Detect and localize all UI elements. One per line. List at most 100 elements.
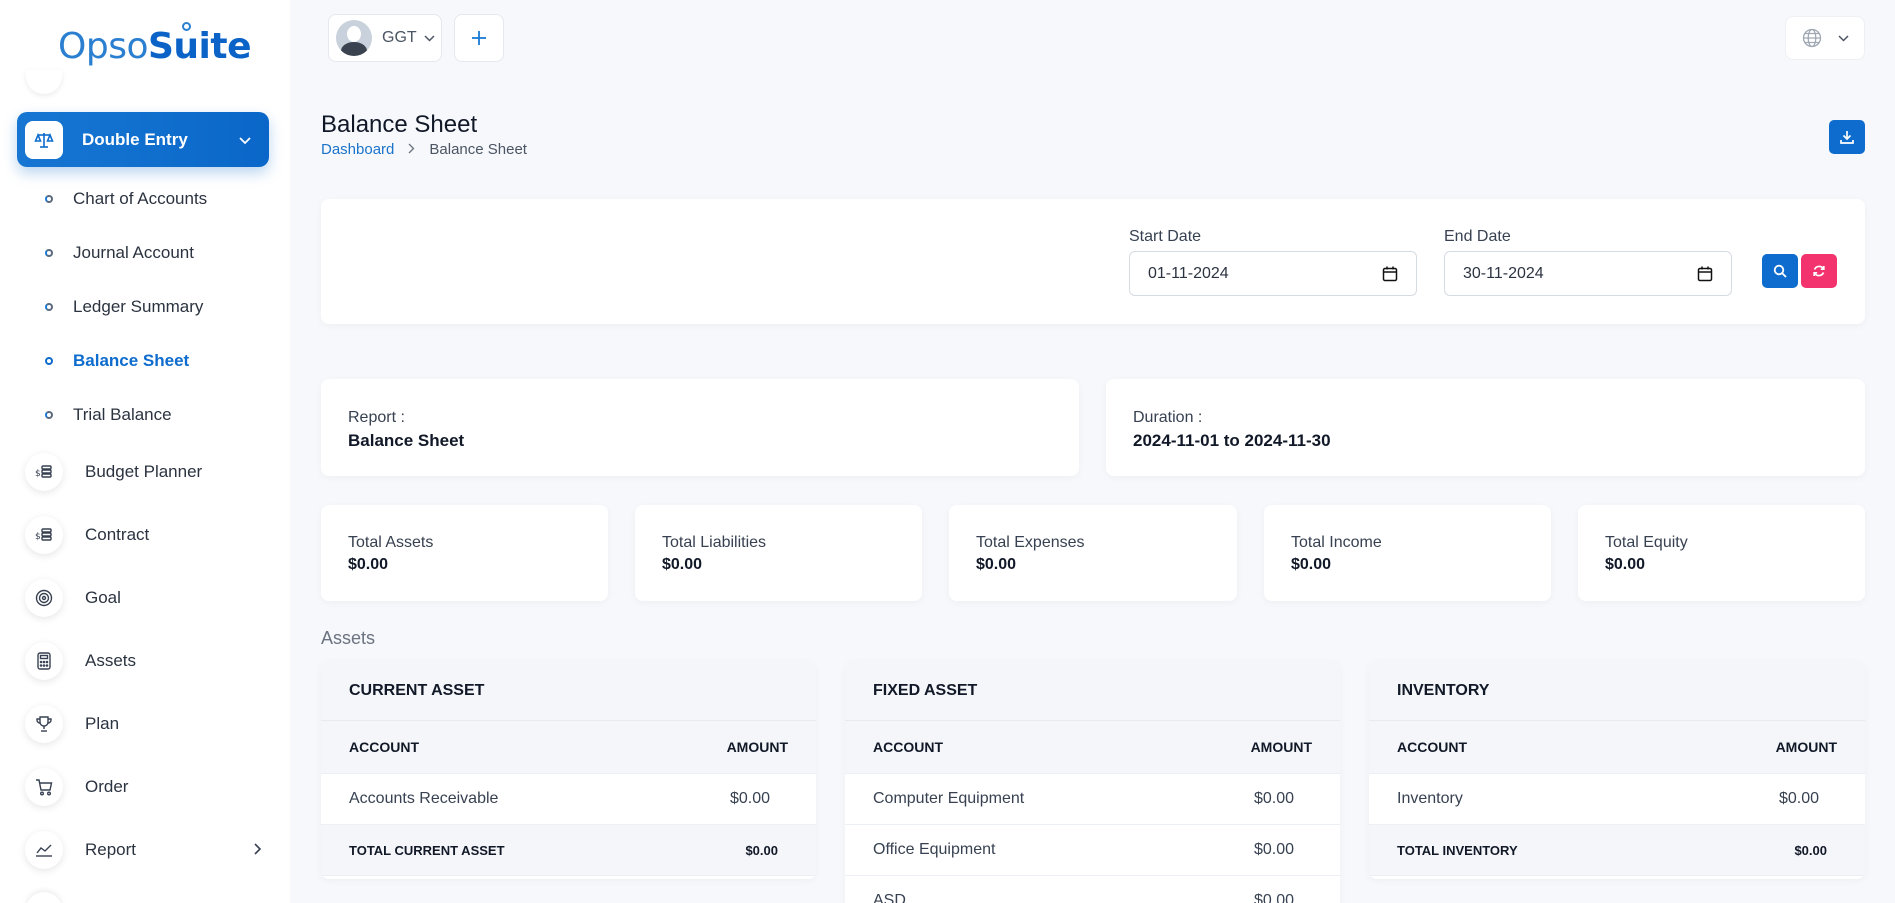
sidebar-item-order[interactable]: Order [0,755,290,818]
table-title: FIXED ASSET [845,661,1340,721]
calendar-icon[interactable] [1697,266,1713,282]
download-icon [1840,131,1854,144]
total-label: TOTAL CURRENT ASSET [349,842,505,858]
target-icon [25,578,63,617]
avatar [336,20,372,56]
sidebar-item-label: Assets [85,650,137,670]
total-value: $0.00 [1794,842,1827,858]
language-selector[interactable] [1785,16,1865,60]
table-row: Computer Equipment $0.00 [845,774,1340,825]
bullet-icon [45,249,53,257]
logo-text-suffix: Suite [148,21,252,67]
column-header-account: ACCOUNT [873,739,943,755]
duration-value: 2024-11-01 to 2024-11-30 [1133,431,1331,450]
total-equity-label: Total Equity [1605,534,1688,551]
logo-dot-icon [181,21,191,31]
chevron-down-icon [239,132,251,148]
chart-line-icon [25,830,63,869]
breadcrumb-dashboard-link[interactable]: Dashboard [321,141,394,158]
sidebar-item-plan[interactable]: Plan [0,692,290,755]
submenu-label: Balance Sheet [73,351,190,370]
start-date-input[interactable]: 01-11-2024 [1129,251,1417,296]
user-name: GGT [382,29,417,46]
total-liabilities-label: Total Liabilities [662,534,767,551]
total-liabilities-value: $0.00 [662,556,703,573]
end-date-label: End Date [1444,228,1511,245]
opsosuite-logo[interactable]: Opso Suite [58,16,252,76]
total-equity-value: $0.00 [1605,556,1646,573]
table-title: INVENTORY [1369,661,1865,721]
globe-icon [1802,28,1821,48]
bullet-icon [45,411,53,419]
calculator-icon [25,641,63,680]
sidebar-item-label: Budget Planner [85,461,203,481]
table-title: CURRENT ASSET [321,661,816,721]
sidebar-item-budget-planner[interactable]: $ Budget Planner [0,440,290,503]
table-row: Office Equipment $0.00 [845,825,1340,876]
total-value: $0.00 [745,842,778,858]
submenu-item-chart-of-accounts[interactable]: Chart of Accounts [0,172,290,226]
submenu-label: Journal Account [73,243,194,262]
account-name: Computer Equipment [873,790,1025,807]
start-date-value: 01-11-2024 [1148,264,1229,282]
total-assets-value: $0.00 [348,556,389,573]
menu-item-partial-top[interactable] [26,70,62,94]
money-stack-icon: $ [25,452,63,491]
search-icon [1773,264,1787,278]
user-menu-button[interactable]: GGT [328,14,442,62]
sidebar-item-contract[interactable]: $ Contract [0,503,290,566]
money-stack-icon: $ [25,515,63,554]
total-liabilities-card: Total Liabilities $0.00 [635,505,922,601]
table-header-row: ACCOUNT AMOUNT [845,721,1340,774]
menu-item-partial-bottom[interactable] [26,892,62,903]
sidebar: Opso Suite Double Entry Chart of Accounts… [0,0,290,903]
table-row: Accounts Receivable $0.00 [321,774,816,825]
refresh-icon [1813,265,1825,277]
sidebar-item-label: Contract [85,524,150,544]
table-row: Inventory $0.00 [1369,774,1865,825]
submenu-item-trial-balance[interactable]: Trial Balance [0,388,290,442]
report-value: Balance Sheet [348,431,465,450]
sidebar-item-label: Plan [85,713,120,733]
submenu-item-journal-account[interactable]: Journal Account [0,226,290,280]
assets-section-title: Assets [321,628,376,648]
sidebar-item-label: Order [85,776,129,796]
submenu-item-balance-sheet[interactable]: Balance Sheet [0,334,290,388]
chevron-right-icon [408,142,415,157]
apply-filter-button[interactable] [1762,254,1798,288]
account-name: Inventory [1397,790,1463,807]
add-button[interactable] [454,14,504,62]
current-asset-table: CURRENT ASSET ACCOUNT AMOUNT Accounts Re… [321,661,816,879]
account-name: Office Equipment [873,841,996,858]
total-assets-label: Total Assets [348,534,434,551]
sidebar-item-goal[interactable]: Goal [0,566,290,629]
plus-icon [472,31,486,45]
total-expenses-card: Total Expenses $0.00 [949,505,1237,601]
account-amount: $0.00 [730,790,771,807]
sidebar-item-report[interactable]: Report [0,818,290,881]
start-date-label: Start Date [1129,228,1202,245]
table-total-row: TOTAL INVENTORY $0.00 [1369,825,1865,876]
total-expenses-value: $0.00 [976,556,1017,573]
cart-icon [25,767,63,806]
total-income-value: $0.00 [1291,556,1332,573]
total-expenses-label: Total Expenses [976,534,1085,551]
breadcrumb-current: Balance Sheet [429,141,527,158]
account-name: ASD [873,892,906,903]
double-entry-submenu: Chart of Accounts Journal Account Ledger… [0,172,290,442]
submenu-item-ledger-summary[interactable]: Ledger Summary [0,280,290,334]
account-amount: $0.00 [1779,790,1820,807]
total-income-card: Total Income $0.00 [1264,505,1551,601]
end-date-input[interactable]: 30-11-2024 [1444,251,1732,296]
main-menu: $ Budget Planner $ Contract Goal Assets … [0,440,290,881]
sidebar-item-assets[interactable]: Assets [0,629,290,692]
download-button[interactable] [1829,120,1865,154]
table-total-row: TOTAL CURRENT ASSET $0.00 [321,825,816,876]
scale-icon [25,120,63,159]
end-date-value: 30-11-2024 [1463,264,1544,282]
table-header-row: ACCOUNT AMOUNT [321,721,816,774]
calendar-icon[interactable] [1382,266,1398,282]
svg-text:$: $ [35,469,41,479]
reset-filter-button[interactable] [1801,254,1837,288]
sidebar-item-double-entry[interactable]: Double Entry [17,112,269,167]
